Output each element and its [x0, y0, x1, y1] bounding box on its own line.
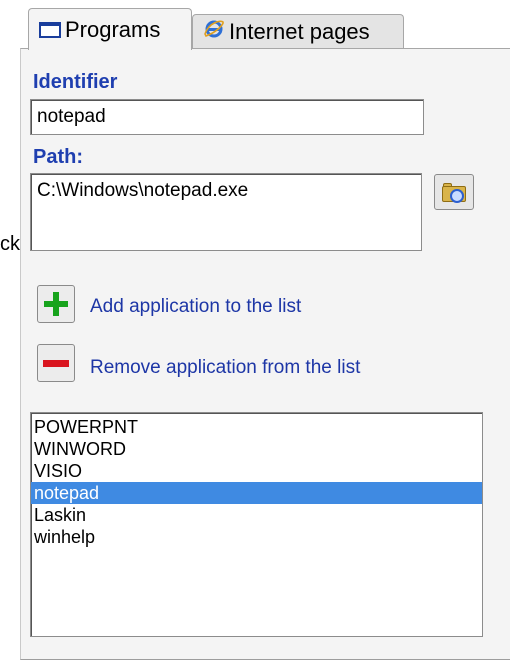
internet-explorer-icon: [203, 18, 225, 46]
window-icon: [39, 21, 61, 38]
browse-button[interactable]: [434, 174, 474, 210]
clipped-text-fragment: ck: [0, 233, 20, 255]
tab-programs[interactable]: Programs: [28, 8, 192, 50]
plus-icon: [44, 292, 68, 316]
tab-internet-pages[interactable]: Internet pages: [192, 14, 404, 48]
remove-application-button[interactable]: [37, 344, 75, 382]
path-input[interactable]: C:\Windows\notepad.exe: [30, 173, 422, 251]
list-item[interactable]: Laskin: [31, 504, 482, 526]
folder-search-icon: [442, 183, 466, 203]
list-item[interactable]: notepad: [31, 482, 482, 504]
identifier-label: Identifier: [33, 71, 118, 93]
remove-application-label[interactable]: Remove application from the list: [90, 357, 360, 379]
program-settings-dialog: ck Programs Internet pages Identifier no…: [0, 0, 510, 667]
tab-internet-pages-label: Internet pages: [229, 18, 370, 44]
add-application-label[interactable]: Add application to the list: [90, 296, 301, 318]
identifier-input[interactable]: notepad: [30, 99, 424, 135]
application-list[interactable]: POWERPNT WINWORD VISIO notepad Laskin wi…: [30, 412, 483, 637]
minus-icon: [43, 359, 69, 367]
list-item[interactable]: VISIO: [31, 460, 482, 482]
tab-programs-label: Programs: [65, 16, 161, 42]
list-item[interactable]: POWERPNT: [31, 416, 482, 438]
path-label: Path:: [33, 146, 83, 168]
add-application-button[interactable]: [37, 285, 75, 323]
list-item[interactable]: winhelp: [31, 526, 482, 548]
list-item[interactable]: WINWORD: [31, 438, 482, 460]
